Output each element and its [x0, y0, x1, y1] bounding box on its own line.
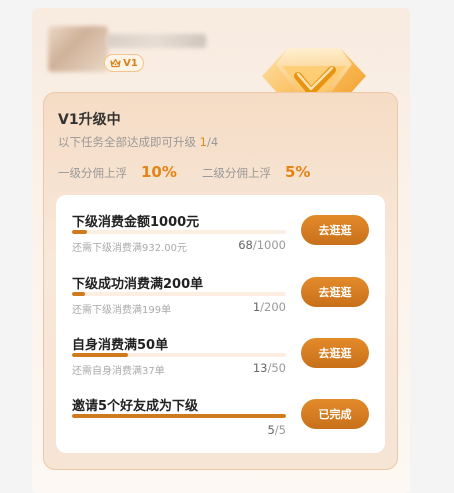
task-count-current: 5	[267, 423, 275, 437]
level-label: V1	[123, 57, 138, 69]
task-progress-bar	[72, 230, 286, 234]
task-item: 下级消费金额1000元 还需下级消费满932.00元 68/1000 去逛逛	[72, 211, 372, 254]
task-progress-bar	[72, 292, 286, 296]
task-count-current: 13	[252, 361, 268, 375]
task-count: 13/50	[253, 361, 286, 375]
task-count-total: /200	[260, 300, 286, 314]
avatar	[48, 26, 108, 72]
task-list: 下级消费金额1000元 还需下级消费满932.00元 68/1000 去逛逛 下…	[56, 195, 385, 453]
upgrade-progress-total: 4	[210, 135, 219, 149]
rate-value: 5%	[285, 163, 311, 181]
task-progress-bar	[72, 414, 286, 418]
go-shopping-button[interactable]: 去逛逛	[301, 338, 369, 368]
task-progress-fill	[72, 230, 87, 234]
rate-level-two: 二级分佣上浮 5%	[202, 163, 310, 181]
task-progress-fill	[72, 292, 85, 296]
rate-label: 二级分佣上浮	[202, 166, 271, 180]
task-hint: 还需下级消费满199单	[72, 305, 172, 316]
task-hint: 还需下级消费满932.00元	[72, 243, 187, 254]
task-count-total: /1000	[252, 238, 286, 252]
task-count-total: /5	[274, 423, 286, 437]
upgrade-progress-done: 1	[199, 135, 207, 149]
go-shopping-button[interactable]: 去逛逛	[301, 215, 369, 245]
task-count: 5/5	[267, 423, 286, 437]
task-hint: 还需自身消费满37单	[72, 366, 165, 377]
task-progress-bar	[72, 353, 286, 357]
task-progress-fill	[72, 414, 286, 418]
rate-level-one: 一级分佣上浮 10%	[58, 163, 177, 181]
crown-icon	[110, 58, 121, 68]
upgrade-card: V1升级中 以下任务全部达成即可升级 1/4 一级分佣上浮 10% 二级分佣上浮…	[43, 92, 398, 470]
rate-label: 一级分佣上浮	[58, 166, 127, 180]
go-shopping-button[interactable]: 去逛逛	[301, 277, 369, 307]
task-count: 1/200	[253, 300, 286, 314]
user-name-blurred	[106, 34, 206, 48]
task-count-current: 68	[238, 238, 253, 252]
upgrade-subtitle-text: 以下任务全部达成即可升级	[58, 135, 196, 149]
task-count-total: /50	[267, 361, 286, 375]
upgrade-subtitle: 以下任务全部达成即可升级 1/4	[58, 134, 218, 150]
task-count: 68/1000	[238, 238, 286, 252]
task-item: 下级成功消费满200单 还需下级消费满199单 1/200 去逛逛	[72, 273, 372, 316]
upgrade-title: V1升级中	[58, 112, 121, 128]
rate-value: 10%	[141, 163, 177, 181]
completed-button[interactable]: 已完成	[301, 399, 369, 429]
task-item: 邀请5个好友成为下级 5/5 已完成	[72, 395, 372, 437]
level-badge: V1	[104, 54, 144, 72]
task-item: 自身消费满50单 还需自身消费满37单 13/50 去逛逛	[72, 334, 372, 377]
task-progress-fill	[72, 353, 128, 357]
